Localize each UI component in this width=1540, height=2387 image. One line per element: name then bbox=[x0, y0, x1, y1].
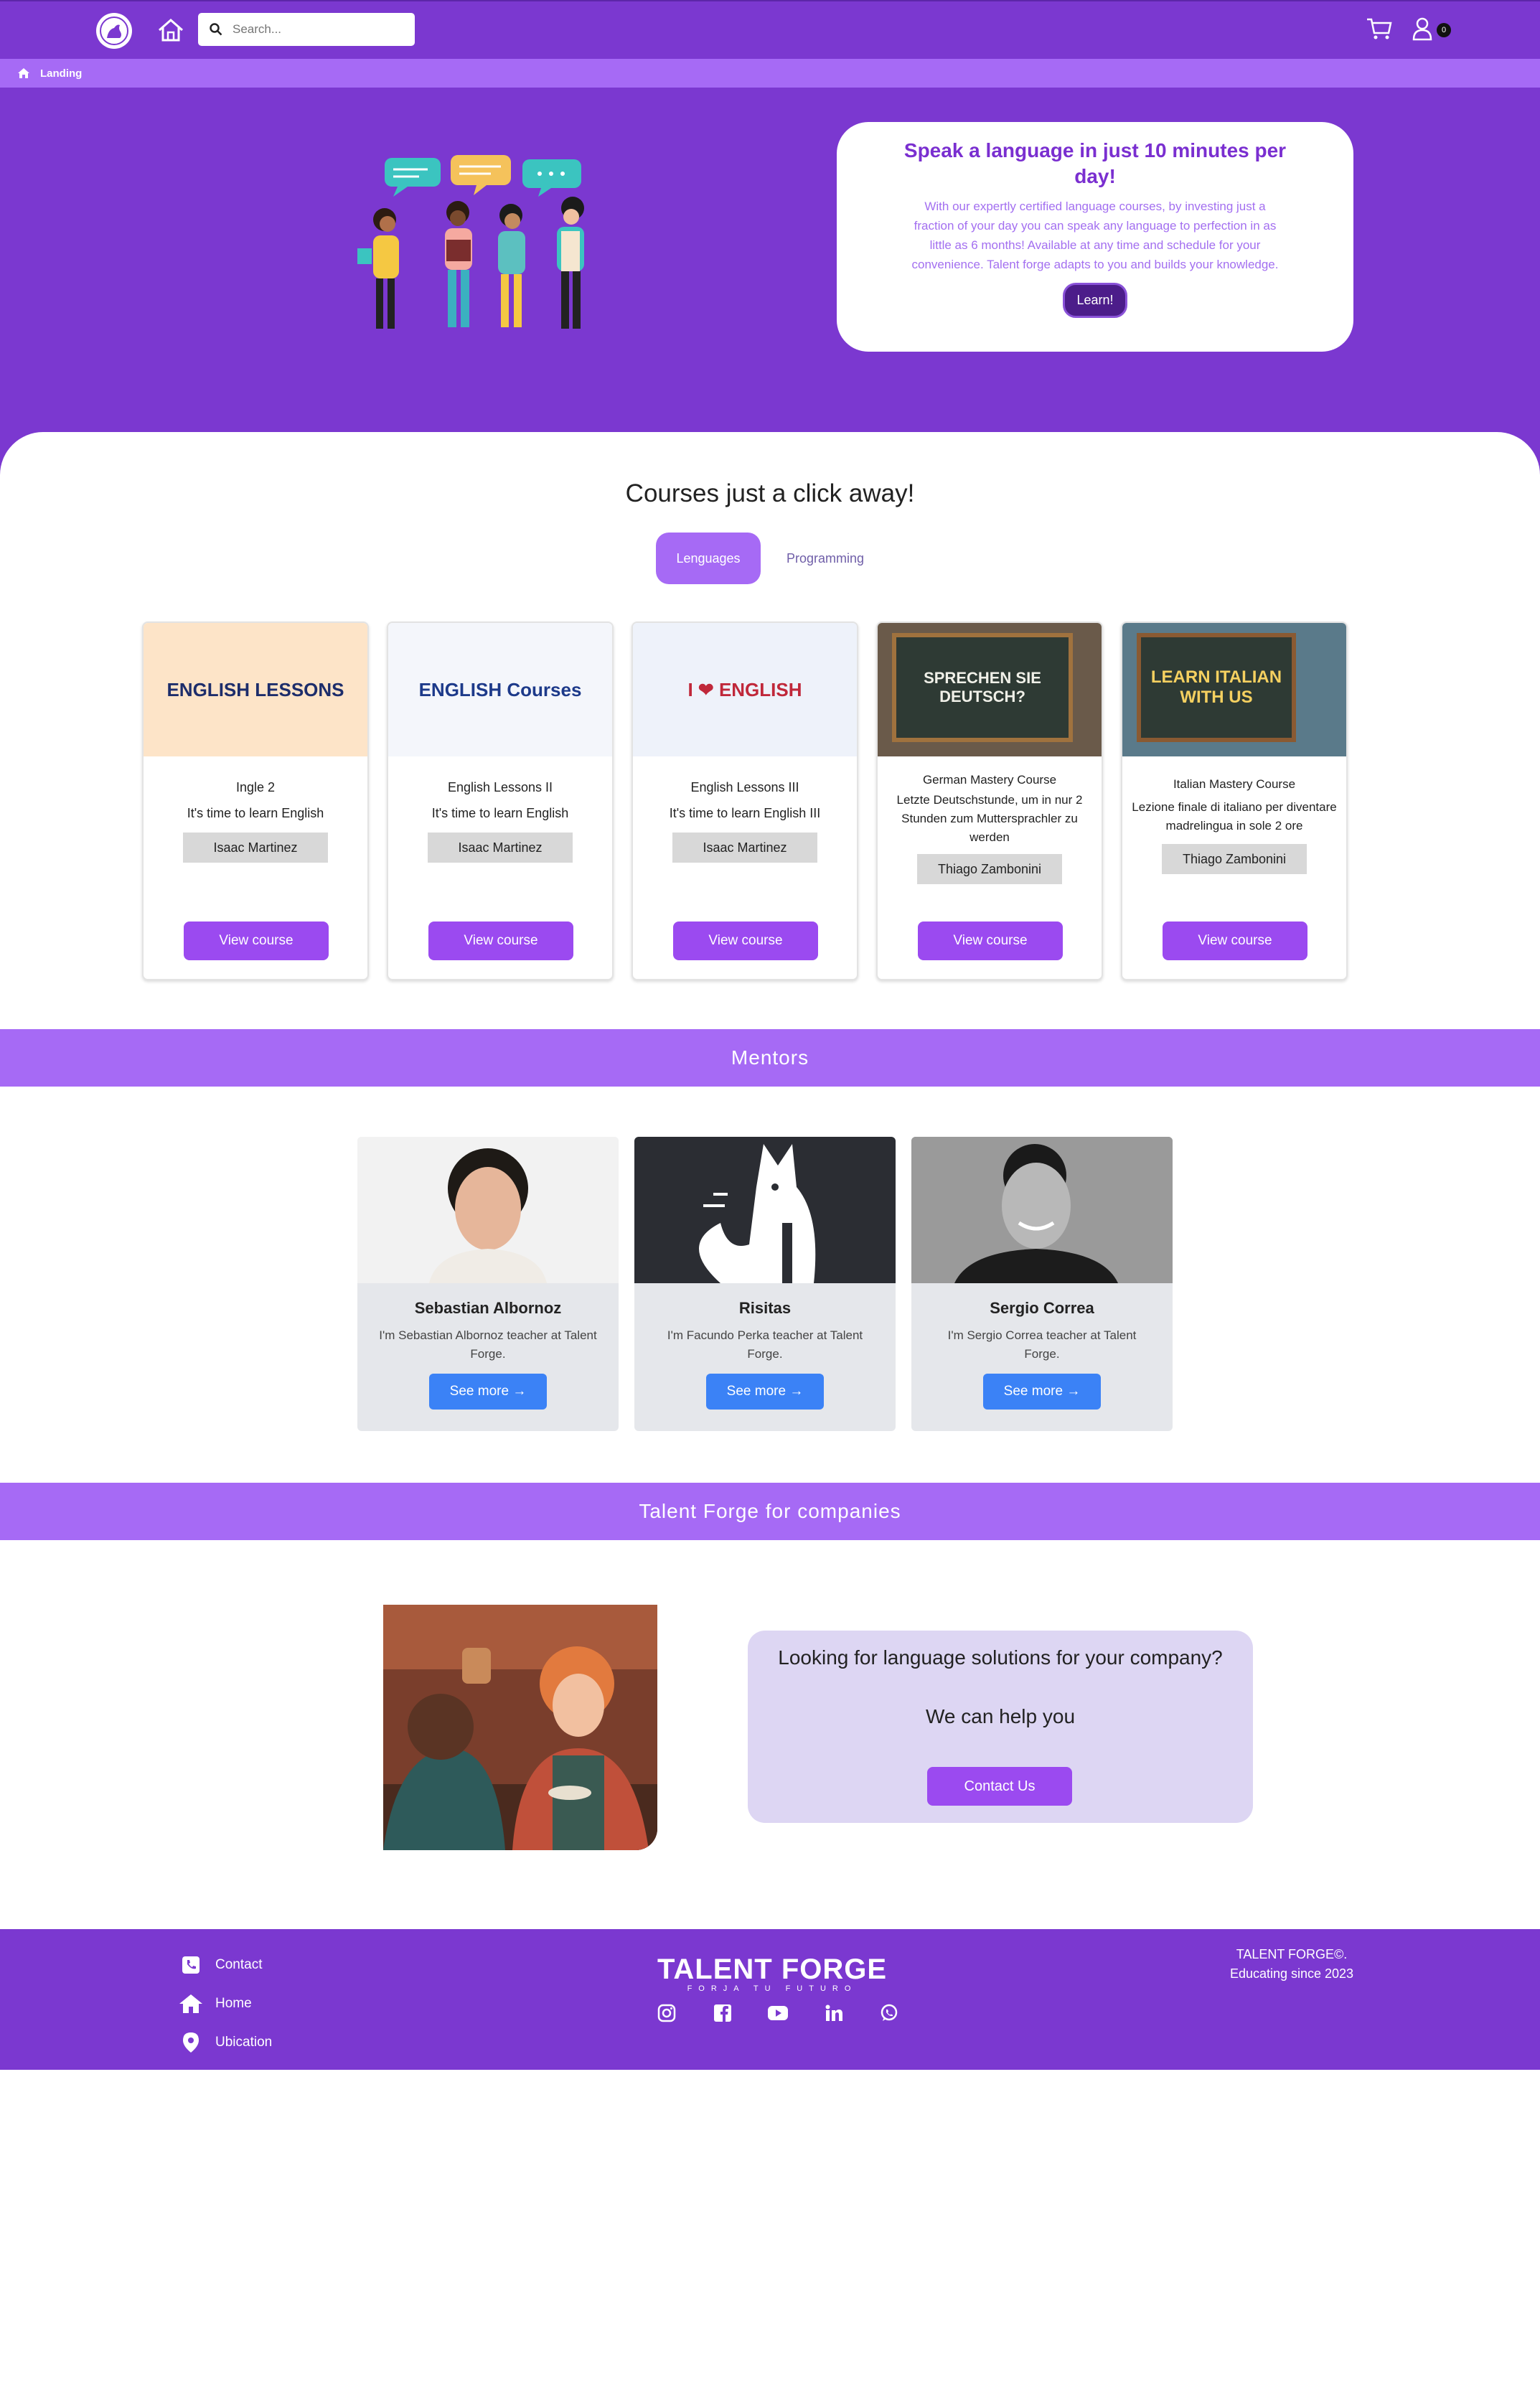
home-icon[interactable] bbox=[17, 67, 30, 79]
course-thumbnail-text: ENGLISH Courses bbox=[418, 679, 582, 700]
mentor-photo bbox=[357, 1137, 619, 1283]
copyright-text: TALENT FORGE©. bbox=[1236, 1947, 1348, 1961]
course-thumbnail: I ❤ ENGLISH bbox=[633, 623, 857, 756]
view-course-button[interactable]: View course bbox=[428, 921, 573, 960]
mentor-description: I'm Facundo Perka teacher at Talent Forg… bbox=[667, 1328, 863, 1361]
mentor-photo bbox=[911, 1137, 1173, 1283]
course-card: ENGLISH Courses English Lessons II It's … bbox=[387, 622, 614, 980]
footer-link-label: Contact bbox=[215, 1957, 263, 1972]
course-thumbnail: SPRECHEN SIE DEUTSCH? bbox=[878, 623, 1102, 756]
view-course-button[interactable]: View course bbox=[184, 921, 329, 960]
contact-us-button[interactable]: Contact Us bbox=[927, 1767, 1072, 1806]
mentor-name: Sebastian Albornoz bbox=[414, 1299, 562, 1317]
learn-button[interactable]: Learn! bbox=[1063, 283, 1127, 318]
search-bar[interactable] bbox=[198, 13, 415, 46]
facebook-icon[interactable] bbox=[710, 2001, 735, 2025]
mentor-description: I'm Sebastian Albornoz teacher at Talent… bbox=[379, 1328, 597, 1361]
course-thumbnail: ENGLISH Courses bbox=[388, 623, 612, 756]
course-title: Ingle 2 bbox=[235, 780, 276, 794]
cart-badge: 0 bbox=[1437, 23, 1451, 37]
course-subtitle: It's time to learn English bbox=[187, 806, 324, 820]
course-subtitle: Lezione finale di italiano per diventare… bbox=[1132, 800, 1337, 833]
footer-link-home[interactable]: Home bbox=[178, 1989, 321, 2018]
footer-brand: TALENT FORGE FORJA TU FUTURO bbox=[643, 1954, 901, 1993]
course-mentor: Isaac Martinez bbox=[672, 833, 817, 863]
people-talking-illustration bbox=[357, 155, 584, 329]
course-thumbnail-text: LEARN ITALIAN WITH US bbox=[1137, 633, 1296, 742]
linkedin-icon[interactable] bbox=[822, 2001, 846, 2025]
whatsapp-icon[interactable] bbox=[877, 2001, 901, 2025]
course-mentor: Thiago Zambonini bbox=[1162, 844, 1307, 874]
brand-name: TALENT FORGE bbox=[657, 1954, 888, 1985]
mentor-card: Sergio Correa I'm Sergio Correa teacher … bbox=[911, 1137, 1173, 1431]
course-mentor: Isaac Martinez bbox=[428, 833, 573, 863]
youtube-icon[interactable] bbox=[766, 2001, 790, 2025]
since-text: Educating since 2023 bbox=[1229, 1966, 1354, 1981]
instagram-icon[interactable] bbox=[654, 2001, 679, 2025]
course-thumbnail-text: ENGLISH LESSONS bbox=[166, 679, 344, 700]
home-icon[interactable] bbox=[154, 14, 188, 46]
course-card: ENGLISH LESSONS Ingle 2 It's time to lea… bbox=[142, 622, 369, 980]
hero-card: Speak a language in just 10 minutes per … bbox=[837, 122, 1353, 352]
course-title: English Lessons II bbox=[447, 780, 553, 794]
course-thumbnail: ENGLISH LESSONS bbox=[144, 623, 367, 756]
tab-languages[interactable]: Lenguages bbox=[656, 533, 761, 584]
mentor-photo bbox=[634, 1137, 896, 1283]
mentor-card: Risitas I'm Facundo Perka teacher at Tal… bbox=[634, 1137, 896, 1431]
course-subtitle: Letzte Deutschstunde, um in nur 2 Stunde… bbox=[896, 793, 1083, 844]
courses-title: Courses just a click away! bbox=[625, 479, 915, 507]
course-thumbnail-text: SPRECHEN SIE DEUTSCH? bbox=[892, 633, 1073, 742]
cart-icon[interactable] bbox=[1365, 16, 1394, 43]
footer-copyright: TALENT FORGE©. Educating since 2023 bbox=[1206, 1945, 1378, 1984]
search-input[interactable] bbox=[231, 22, 396, 37]
companies-card: Looking for language solutions for your … bbox=[748, 1631, 1253, 1823]
home-icon bbox=[178, 1994, 204, 2014]
see-more-button[interactable]: See more → bbox=[706, 1374, 824, 1410]
course-subtitle: It's time to learn English bbox=[431, 806, 569, 820]
breadcrumb: Landing bbox=[0, 59, 1540, 88]
see-more-button[interactable]: See more → bbox=[983, 1374, 1101, 1410]
hero-text: With our expertly certified language cou… bbox=[911, 200, 1279, 271]
course-thumbnail: LEARN ITALIAN WITH US bbox=[1122, 623, 1346, 756]
footer-link-label: Home bbox=[215, 1996, 252, 2011]
view-course-button[interactable]: View course bbox=[673, 921, 818, 960]
course-subtitle: It's time to learn English III bbox=[669, 806, 821, 820]
mentor-card: Sebastian Albornoz I'm Sebastian Alborno… bbox=[357, 1137, 619, 1431]
breadcrumb-current[interactable]: Landing bbox=[40, 67, 82, 80]
companies-question: Looking for language solutions for your … bbox=[778, 1646, 1223, 1669]
tab-programming[interactable]: Programming bbox=[768, 533, 883, 584]
mentor-name: Risitas bbox=[738, 1299, 792, 1317]
phone-icon bbox=[178, 1956, 204, 1974]
user-menu[interactable]: 0 bbox=[1412, 16, 1454, 43]
course-title: English Lessons III bbox=[690, 780, 799, 794]
logo-icon[interactable] bbox=[96, 13, 132, 49]
course-mentor: Thiago Zambonini bbox=[917, 854, 1062, 884]
course-card: LEARN ITALIAN WITH US Italian Mastery Co… bbox=[1121, 622, 1348, 980]
companies-illustration bbox=[383, 1605, 657, 1850]
hero-title: Speak a language in just 10 minutes per … bbox=[903, 139, 1287, 187]
footer-link-contact[interactable]: Contact bbox=[178, 1951, 321, 1979]
view-course-button[interactable]: View course bbox=[918, 921, 1063, 960]
mentor-description: I'm Sergio Correa teacher at Talent Forg… bbox=[947, 1328, 1137, 1361]
see-more-button[interactable]: See more → bbox=[429, 1374, 547, 1410]
search-icon bbox=[210, 23, 222, 36]
course-card: I ❤ ENGLISH English Lessons III It's tim… bbox=[632, 622, 858, 980]
course-thumbnail-text: I ❤ ENGLISH bbox=[687, 679, 802, 700]
view-course-button[interactable]: View course bbox=[1163, 921, 1307, 960]
location-icon bbox=[178, 2032, 204, 2053]
course-title: Italian Mastery Course bbox=[1173, 777, 1296, 791]
footer-link-label: Ubication bbox=[215, 2035, 273, 2050]
user-icon bbox=[1412, 17, 1432, 41]
mentor-name: Sergio Correa bbox=[990, 1299, 1094, 1317]
course-title: German Mastery Course bbox=[922, 773, 1057, 787]
companies-heading: Talent Forge for companies bbox=[0, 1483, 1540, 1540]
companies-help: We can help you bbox=[925, 1705, 1076, 1727]
mentors-heading: Mentors bbox=[0, 1029, 1540, 1087]
course-card: SPRECHEN SIE DEUTSCH? German Mastery Cou… bbox=[876, 622, 1103, 980]
social-links bbox=[649, 2001, 907, 2025]
footer-link-ubication[interactable]: Ubication bbox=[178, 2028, 321, 2057]
course-mentor: Isaac Martinez bbox=[183, 833, 328, 863]
